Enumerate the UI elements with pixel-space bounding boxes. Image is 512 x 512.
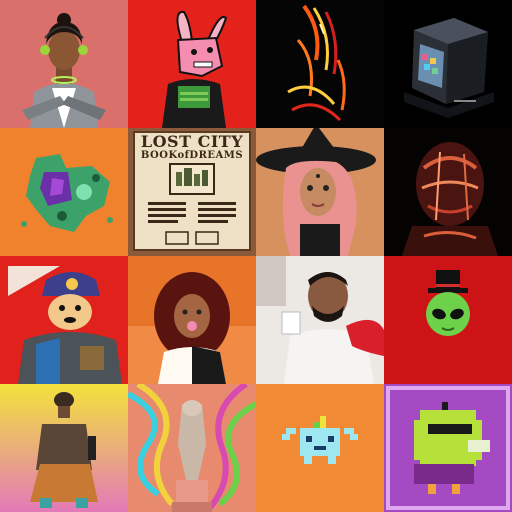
glass-display-case-image xyxy=(384,0,512,128)
tile-alien-top-hat[interactable] xyxy=(384,256,512,384)
tile-armored-dog[interactable] xyxy=(0,256,128,384)
armored-dog-image xyxy=(0,256,128,384)
yellow-figure-image xyxy=(0,384,128,512)
tile-chrome-head[interactable] xyxy=(384,128,512,256)
tile-neon-figure[interactable] xyxy=(256,0,384,128)
tile-pink-rabbit[interactable] xyxy=(128,0,256,128)
tile-man-with-cup[interactable] xyxy=(256,256,384,384)
pixel-axolotl-image xyxy=(256,384,384,512)
tile-lost-city-book[interactable]: LOST CITY BOOKofDREAMS xyxy=(128,128,256,256)
book-of-dreams-subtitle: BOOKofDREAMS xyxy=(140,150,244,161)
chrome-head-image xyxy=(384,128,512,256)
neon-figure-image xyxy=(256,0,384,128)
tile-curly-hair-woman[interactable] xyxy=(128,256,256,384)
nft-gallery-grid: LOST CITY BOOKofDREAMS xyxy=(0,0,512,512)
pink-rabbit-image xyxy=(128,0,256,128)
witch-woman-image xyxy=(256,128,384,256)
alien-top-hat-image xyxy=(384,256,512,384)
tile-yellow-figure[interactable] xyxy=(0,384,128,512)
curly-hair-woman-image xyxy=(128,256,256,384)
woman-with-headset-image xyxy=(0,0,128,128)
tile-pixel-green-bird[interactable] xyxy=(384,384,512,512)
pixel-green-bird-image xyxy=(384,384,512,512)
tile-pixel-axolotl[interactable] xyxy=(256,384,384,512)
tile-psychedelic-statue[interactable] xyxy=(128,384,256,512)
lost-city-title: LOST CITY xyxy=(140,132,244,151)
man-with-cup-image xyxy=(256,256,384,384)
tile-woman-with-headset[interactable] xyxy=(0,0,128,128)
green-map-image xyxy=(0,128,128,256)
tile-witch-woman[interactable] xyxy=(256,128,384,256)
tile-green-map[interactable] xyxy=(0,128,128,256)
psychedelic-statue-image xyxy=(128,384,256,512)
tile-glass-display-case[interactable] xyxy=(384,0,512,128)
